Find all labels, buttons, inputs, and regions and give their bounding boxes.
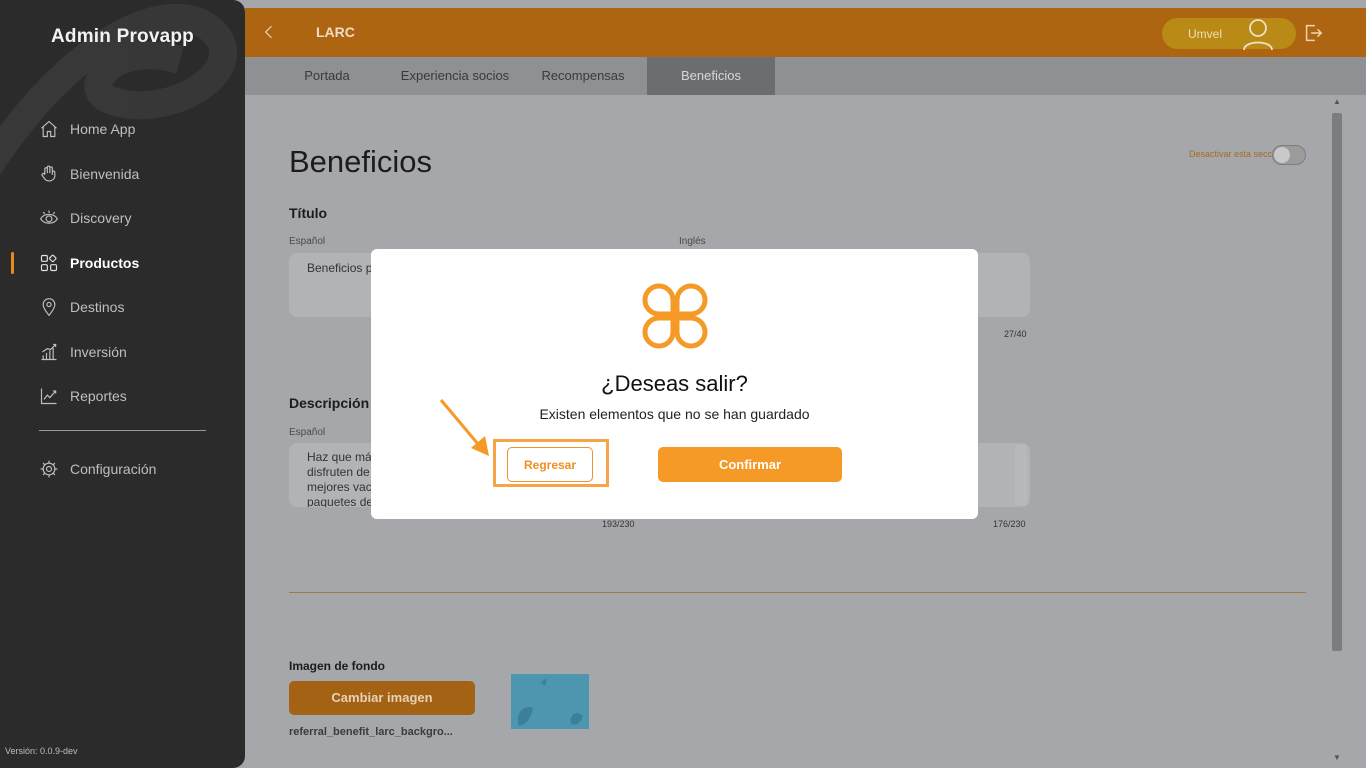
section-divider: [289, 592, 1306, 593]
title-spanish-label: Español: [289, 236, 326, 247]
background-image-thumbnail: [511, 674, 589, 729]
sidebar-item-inversion[interactable]: Inversión: [0, 330, 245, 375]
location-pin-icon: [38, 296, 60, 318]
background-image-filename: referral_benefit_larc_backgro...: [289, 726, 453, 738]
user-avatar-icon: [1240, 16, 1276, 52]
title-english-counter: 27/40: [1004, 329, 1027, 339]
sidebar-item-label: Productos: [70, 254, 140, 271]
sidebar-item-bienvenida[interactable]: Bienvenida: [0, 152, 245, 197]
top-gap: [245, 0, 1366, 8]
sidebar-item-label: Inversión: [70, 343, 127, 360]
description-spanish-counter: 193/230: [602, 519, 635, 529]
page-title: Beneficios: [289, 144, 433, 179]
dialog-title: ¿Deseas salir?: [601, 371, 748, 396]
wave-hand-icon: [38, 163, 60, 185]
confirm-button[interactable]: Confirmar: [658, 447, 842, 482]
scroll-up-icon[interactable]: ▲: [1333, 97, 1341, 106]
clover-logo-icon: [642, 283, 708, 349]
pointer-arrow-icon: [439, 399, 489, 456]
bar-chart-icon: [38, 341, 60, 363]
user-menu-button[interactable]: Umvel: [1162, 16, 1296, 52]
leaf-pattern-icon: [517, 678, 583, 726]
sidebar-item-label: Destinos: [70, 299, 125, 316]
description-section-label: Descripción: [289, 395, 370, 411]
sidebar-item-label: Discovery: [70, 210, 132, 227]
exit-confirm-dialog: ¿Deseas salir? Existen elementos que no …: [371, 249, 978, 519]
logout-icon[interactable]: [1302, 22, 1324, 44]
title-spanish-value: Beneficios p: [307, 261, 373, 275]
scrollbar-thumb[interactable]: [1332, 113, 1342, 651]
sidebar-item-home-app[interactable]: Home App: [0, 107, 245, 152]
sidebar-item-label: Home App: [70, 121, 136, 138]
sidebar-item-label: Reportes: [70, 388, 127, 405]
title-section-label: Título: [289, 205, 328, 221]
section-tabs: Portada Experiencia socios Recompensas B…: [245, 57, 1366, 95]
tab-experiencia-socios[interactable]: Experiencia socios: [391, 57, 519, 95]
description-english-counter: 176/230: [993, 519, 1026, 529]
sidebar-item-destinos[interactable]: Destinos: [0, 285, 245, 330]
page-header-title: LARC: [316, 24, 355, 40]
brand-title: Admin Provapp: [50, 26, 194, 47]
sidebar-item-productos[interactable]: Productos: [0, 241, 245, 286]
sidebar-item-configuracion[interactable]: Configuración: [0, 447, 245, 492]
user-name: Umvel: [1188, 27, 1223, 41]
sidebar-nav: Home App Bienvenida Discovery Productos …: [0, 107, 245, 419]
change-image-button[interactable]: Cambiar imagen: [289, 681, 475, 715]
back-button[interactable]: Regresar: [507, 447, 593, 482]
description-spanish-label: Español: [289, 427, 326, 438]
deactivate-toggle[interactable]: [1272, 145, 1306, 165]
sidebar-item-label: Configuración: [70, 461, 157, 478]
description-english-scrollbar[interactable]: [1015, 445, 1027, 505]
title-english-label: Inglés: [679, 236, 706, 247]
tab-recompensas[interactable]: Recompensas: [519, 57, 647, 95]
sidebar: Admin Provapp Home App Bienvenida Discov…: [0, 0, 245, 768]
scroll-down-icon[interactable]: ▼: [1333, 753, 1341, 762]
home-icon: [38, 118, 60, 140]
grid-icon: [38, 252, 60, 274]
page-scrollbar[interactable]: ▲ ▼: [1330, 95, 1344, 768]
line-chart-icon: [38, 385, 60, 407]
gear-icon: [38, 458, 60, 480]
sidebar-item-discovery[interactable]: Discovery: [0, 196, 245, 241]
version-label: Versión: 0.0.9-dev: [5, 746, 78, 756]
tab-beneficios[interactable]: Beneficios: [647, 57, 775, 95]
tab-portada[interactable]: Portada: [263, 57, 391, 95]
deactivate-label: Desactivar esta seccion: [1188, 149, 1284, 159]
sidebar-item-label: Bienvenida: [70, 165, 140, 182]
top-bar: LARC Umvel: [245, 8, 1366, 57]
sidebar-config: Configuración: [0, 447, 245, 492]
chevron-left-icon[interactable]: [259, 22, 279, 42]
eye-icon: [38, 207, 60, 229]
sidebar-divider: [39, 430, 206, 431]
sidebar-item-reportes[interactable]: Reportes: [0, 374, 245, 419]
background-image-label: Imagen de fondo: [289, 659, 385, 673]
